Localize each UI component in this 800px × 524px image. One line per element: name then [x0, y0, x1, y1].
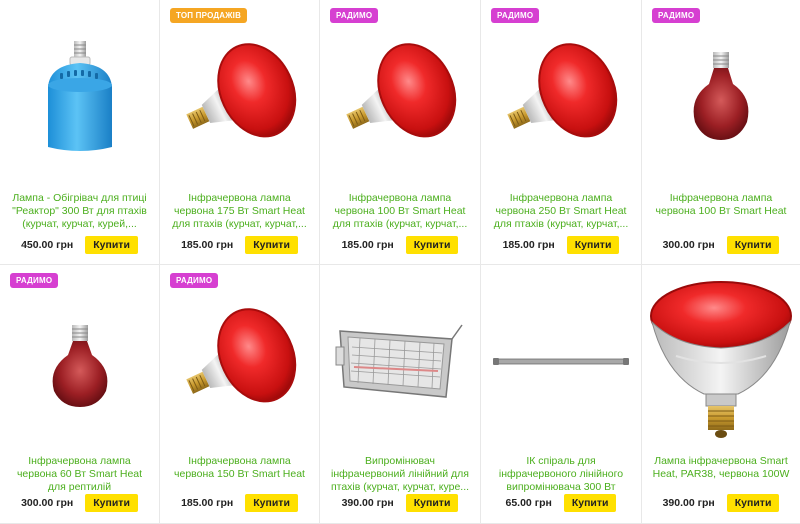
recommend-badge: РАДИМО — [170, 273, 219, 288]
product-price: 450.00 грн — [21, 239, 74, 251]
buy-button[interactable]: Купити — [85, 494, 138, 512]
buy-button[interactable]: Купити — [405, 236, 459, 254]
product-price: 390.00 грн — [341, 497, 394, 509]
product-image-small-red-lamp[interactable] — [642, 22, 800, 172]
product-title[interactable]: Випромінювач інфрачервоний лінійний для … — [328, 455, 472, 494]
product-price: 185.00 грн — [181, 239, 234, 251]
product-image-small-red-lamp[interactable] — [0, 287, 159, 437]
product-price: 65.00 грн — [505, 497, 552, 509]
product-image-blue-heater-lamp[interactable] — [0, 22, 159, 172]
product-title[interactable]: Інфрачервона лампа червона 175 Вт Smart … — [168, 192, 311, 231]
product-grid: Лампа - Обігрівач для птиці "Реактор" 30… — [0, 0, 800, 524]
product-title[interactable]: Інфрачервона лампа червона 60 Вт Smart H… — [8, 455, 151, 494]
product-title[interactable]: Лампа - Обігрівач для птиці "Реактор" 30… — [8, 192, 151, 231]
product-title[interactable]: Лампа інфрачервона Smart Heat, PAR38, че… — [650, 455, 792, 494]
buy-button[interactable]: Купити — [405, 494, 459, 512]
product-card[interactable]: РАДИМО Інфрачервона лампа червона 100 Вт… — [320, 0, 481, 265]
buy-button[interactable]: Купити — [566, 236, 620, 254]
buy-button[interactable]: Купити — [726, 494, 780, 512]
product-image-ir-spiral-rod[interactable] — [481, 287, 641, 437]
product-image-linear-emitter[interactable] — [320, 287, 480, 437]
buy-button[interactable]: Купити — [245, 494, 298, 512]
product-title[interactable]: Інфрачервона лампа червона 250 Вт Smart … — [489, 192, 633, 231]
buy-button[interactable]: Купити — [726, 236, 780, 254]
recommend-badge: РАДИМО — [491, 8, 540, 23]
top-sales-badge: ТОП ПРОДАЖІВ — [170, 8, 248, 23]
product-image-red-par-lamp[interactable] — [481, 22, 641, 172]
product-price: 390.00 грн — [662, 497, 715, 509]
product-image-large-par38-lamp[interactable] — [642, 273, 800, 448]
product-image-red-par-lamp[interactable] — [160, 22, 319, 172]
product-card[interactable]: Лампа інфрачервона Smart Heat, PAR38, че… — [642, 265, 800, 524]
product-price: 185.00 грн — [502, 239, 555, 251]
product-price: 300.00 грн — [662, 239, 715, 251]
product-title[interactable]: Інфрачервона лампа червона 150 Вт Smart … — [168, 455, 311, 494]
product-title[interactable]: Інфрачервона лампа червона 100 Вт Smart … — [328, 192, 472, 231]
product-card[interactable]: РАДИМО Інфрачервона лампа червона 60 Вт … — [0, 265, 160, 524]
product-image-red-par-lamp[interactable] — [320, 22, 480, 172]
product-price: 300.00 грн — [21, 497, 74, 509]
product-title[interactable]: Інфрачервона лампа червона 100 Вт Smart … — [650, 192, 792, 231]
product-title[interactable]: ІК спіраль для інфрачервоного лінійного … — [489, 455, 633, 494]
product-image-red-par-lamp[interactable] — [160, 287, 319, 437]
buy-button[interactable]: Купити — [85, 236, 138, 254]
product-card[interactable]: ТОП ПРОДАЖІВ Інфрачервона лампа червона … — [160, 0, 320, 265]
product-card[interactable]: Випромінювач інфрачервоний лінійний для … — [320, 265, 481, 524]
buy-button[interactable]: Купити — [563, 494, 617, 512]
recommend-badge: РАДИМО — [10, 273, 59, 288]
product-card[interactable]: РАДИМО Інфрачервона лампа червона 100 Вт… — [642, 0, 800, 265]
product-card[interactable]: ІК спіраль для інфрачервоного лінійного … — [481, 265, 642, 524]
product-price: 185.00 грн — [181, 497, 234, 509]
product-card[interactable]: РАДИМО Інфрачервона лампа червона 250 Вт… — [481, 0, 642, 265]
recommend-badge: РАДИМО — [652, 8, 701, 23]
buy-button[interactable]: Купити — [245, 236, 298, 254]
recommend-badge: РАДИМО — [330, 8, 379, 23]
product-card[interactable]: РАДИМО Інфрачервона лампа червона 150 Вт… — [160, 265, 320, 524]
product-price: 185.00 грн — [341, 239, 394, 251]
product-card[interactable]: Лампа - Обігрівач для птиці "Реактор" 30… — [0, 0, 160, 265]
